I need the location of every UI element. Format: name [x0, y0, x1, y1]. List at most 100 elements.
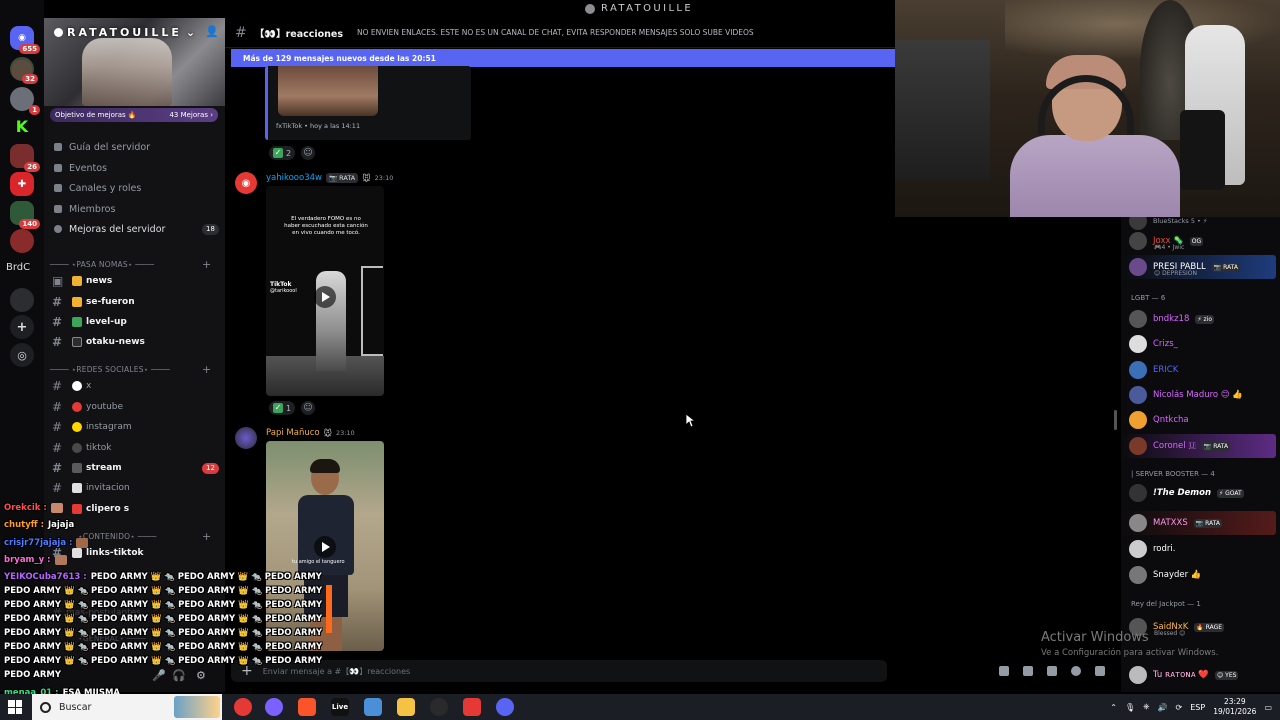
apps-icon[interactable] [1095, 666, 1105, 676]
gif-icon[interactable] [1023, 666, 1033, 676]
channel-news[interactable]: ▣ news [52, 273, 222, 289]
windows-taskbar: Buscar Live ⌃ 🎙 ⎈ 🔊 ⟳ ESP 23:29 19/01/20… [0, 694, 1280, 720]
streamlabs-icon[interactable] [463, 698, 481, 716]
video-attachment[interactable]: El verdadero FOMO es no haber escuchado … [266, 186, 384, 396]
channel-instagram[interactable]: # instagram [52, 419, 222, 435]
person-hair [310, 459, 340, 473]
channel-youtube[interactable]: # youtube [52, 399, 222, 415]
server-icon-8[interactable] [10, 229, 34, 253]
clock[interactable]: 23:29 19/01/2026 [1213, 697, 1256, 717]
member-item[interactable]: Crizs_ [1129, 334, 1279, 354]
member-item[interactable]: BlueStacks 5 • ⚡ [1129, 217, 1279, 231]
notification-icon[interactable]: ▭ [1264, 703, 1272, 712]
member-item[interactable]: Snayder 👍 [1129, 565, 1279, 585]
notepad-icon[interactable] [364, 698, 382, 716]
discord-icon[interactable] [496, 698, 514, 716]
channel-tiktok[interactable]: # tiktok [52, 440, 222, 456]
add-channel-icon[interactable]: + [202, 258, 211, 271]
server-icon-5[interactable]: 26 [10, 144, 40, 172]
gift-icon[interactable] [999, 666, 1009, 676]
discord-home-icon[interactable]: ◉ 655 [10, 26, 40, 54]
member-item[interactable]: Nicolás Maduro 😊 👍 [1129, 385, 1279, 405]
discover-icon[interactable]: ◎ [10, 343, 34, 367]
server-icon-6[interactable]: ✚ [10, 172, 34, 196]
file-explorer-icon[interactable] [397, 698, 415, 716]
network-icon[interactable]: ⎈ [1143, 702, 1149, 712]
new-messages-bar[interactable]: Más de 129 mensajes nuevos desde las 20:… [231, 49, 895, 67]
message-author[interactable]: yahikooo34w [266, 173, 322, 183]
nav-server-boosts[interactable]: Mejoras del servidor [54, 221, 165, 237]
chat-message: PEDO ARMY 👑 🐀 PEDO ARMY 👑 🐀 PEDO ARMY [90, 572, 322, 582]
add-reaction-icon[interactable]: ☺ [301, 401, 315, 415]
server-icon-9[interactable] [10, 288, 34, 312]
member-item[interactable]: rodri. [1129, 539, 1279, 559]
language-indicator[interactable]: ESP [1190, 703, 1205, 712]
message-composer: + Enviar mensaje a #【👀】reacciones [231, 654, 1111, 686]
reaction-checkmark[interactable]: ✓ 2 [269, 146, 296, 160]
avatar[interactable] [235, 427, 257, 449]
channel-emoji-icon [72, 337, 82, 347]
play-button-icon[interactable] [314, 536, 336, 558]
nav-channels-roles[interactable]: Canales y roles [54, 180, 141, 196]
channel-invitacion[interactable]: # invitacion [52, 480, 222, 496]
copilot-icon[interactable] [265, 698, 283, 716]
server-icon-7[interactable]: 140 [10, 201, 40, 229]
kick-server-icon[interactable]: K [10, 114, 34, 138]
server-icon-2[interactable]: 32 [12, 60, 38, 84]
member-item[interactable]: PRESI PABLL 📷 RATA 😊 DEPRESIÓN [1129, 257, 1279, 277]
member-item[interactable]: MATXXS 📷 RATA [1129, 513, 1279, 533]
member-item[interactable]: !The Demon ⚡ GOAT [1129, 483, 1279, 503]
server-icon-3[interactable]: 1 [10, 87, 40, 115]
channel-level-up[interactable]: # level-up [52, 314, 222, 330]
category-pasa-nomas[interactable]: ──── ⋆PASA NOMAS⋆ ──── + [50, 258, 211, 271]
nav-events[interactable]: Eventos [54, 160, 107, 176]
message-input[interactable]: + Enviar mensaje a #【👀】reacciones [231, 660, 887, 682]
add-server-icon[interactable]: + [10, 315, 34, 339]
sync-icon[interactable]: ⟳ [1176, 703, 1183, 712]
group-label: Rey del Jackpot — 1 [1131, 600, 1201, 608]
emoji-icon[interactable] [1071, 666, 1081, 676]
boost-goal-bar[interactable]: Objetivo de mejoras 🔥 43 Mejoras › [50, 108, 218, 122]
windows-start-icon[interactable] [8, 700, 22, 714]
category-redes-sociales[interactable]: ──── ⋆REDES SOCIALES⋆ ──── + [50, 363, 211, 376]
microphone-icon[interactable]: 🎙 [1125, 703, 1135, 712]
message-author[interactable]: Papi Mañuco [266, 428, 320, 438]
brave-icon[interactable] [298, 698, 316, 716]
member-name: MATXXS [1153, 518, 1188, 528]
avatar[interactable]: ◉ [235, 172, 257, 194]
chat-scrollbar[interactable] [1114, 410, 1117, 430]
add-reaction-icon[interactable]: ☺ [301, 146, 315, 160]
channel-otaku-news[interactable]: # otaku-news [52, 334, 222, 350]
member-item[interactable]: Coronel 🇺 📷 RATA [1129, 436, 1279, 456]
volume-icon[interactable]: 🔊 [1158, 703, 1168, 712]
member-item[interactable]: bndkz18 ⚡ zio [1129, 309, 1279, 329]
chevron-up-icon[interactable]: ⌃ [1110, 703, 1117, 712]
member-tag: ⚡ zio [1195, 314, 1214, 324]
nav-label: Mejoras del servidor [69, 223, 166, 235]
taskbar-search[interactable]: Buscar [32, 694, 222, 720]
channel-label: youtube [86, 402, 124, 412]
server-name-header[interactable]: RATATOUILLE ⌄ [54, 26, 198, 39]
live-app-icon[interactable]: Live [331, 698, 349, 716]
member-item[interactable]: Joxx 🦠 OG 🎮4 • Jwic [1129, 231, 1279, 251]
invite-people-icon[interactable]: 👤 [205, 26, 219, 38]
chrome-icon[interactable] [234, 698, 252, 716]
member-item[interactable]: ERICK [1129, 360, 1279, 380]
sticker-icon[interactable] [1047, 666, 1057, 676]
channel-topic[interactable]: NO ENVIEN ENLACES. ESTE NO ES UN CANAL D… [357, 28, 754, 37]
obs-icon[interactable] [430, 698, 448, 716]
embed-thumbnail[interactable] [278, 66, 378, 116]
channel-se-fueron[interactable]: # se-fueron [52, 294, 222, 310]
nav-members[interactable]: Miembros [54, 201, 115, 217]
nav-server-guide[interactable]: Guía del servidor [54, 139, 150, 155]
member-item[interactable]: Tu ʀᴀᴛᴏɴᴀ ❤️ 😊 YES [1129, 665, 1279, 685]
stream-chat-line: chutyff : Jajaja [4, 520, 74, 530]
channel-x[interactable]: # x [52, 378, 222, 394]
tiktok-embed[interactable]: fxTikTok • hoy a las 14:11 [265, 66, 471, 140]
channel-stream[interactable]: # stream [52, 460, 222, 476]
member-item[interactable]: Qntkcha [1129, 410, 1279, 430]
reaction-checkmark[interactable]: ✓ 1 [269, 401, 296, 415]
server-text-item[interactable]: BrdC [6, 262, 30, 273]
add-channel-icon[interactable]: + [202, 363, 211, 376]
play-button-icon[interactable] [314, 286, 336, 308]
